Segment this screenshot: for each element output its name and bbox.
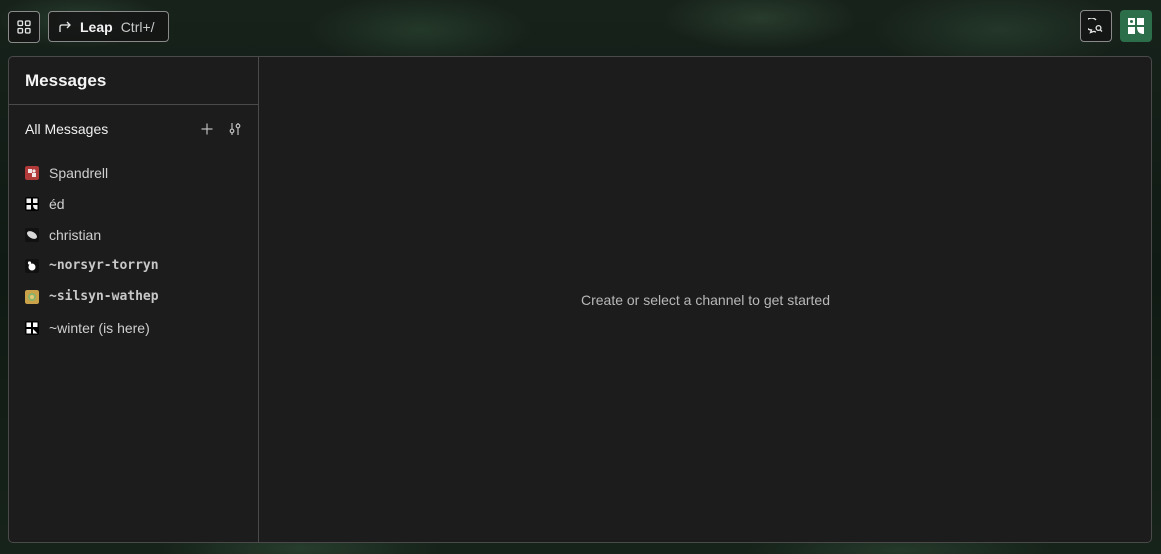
leap-label: Leap: [80, 18, 113, 35]
channel-item[interactable]: Spandrell: [25, 157, 245, 188]
channel-name: éd: [49, 195, 65, 212]
all-messages-section: All Messages: [9, 117, 259, 141]
channel-item[interactable]: ~norsyr-torryn: [25, 250, 245, 281]
grid-icon: [17, 20, 31, 34]
channel-item[interactable]: christian: [25, 219, 245, 250]
profile-avatar[interactable]: [1120, 10, 1152, 42]
ed-avatar-icon: [25, 196, 39, 211]
spandrell-avatar-icon: [25, 165, 39, 180]
channel-item[interactable]: ~winter (is here): [25, 312, 245, 343]
channel-name: ~winter (is here): [49, 319, 150, 336]
sliders-icon: [229, 123, 241, 135]
main-content: Create or select a channel to get starte…: [259, 57, 1151, 542]
redirect-arrow-icon: [59, 21, 71, 32]
plus-icon: [201, 123, 213, 135]
activity-button[interactable]: [1080, 10, 1112, 42]
top-bar: Leap Ctrl+/: [0, 0, 1161, 56]
messages-panel: Messages All Messages Spandrell éd chris…: [8, 56, 1152, 543]
channel-name: ~norsyr-torryn: [49, 258, 159, 273]
leap-button[interactable]: Leap Ctrl+/: [48, 11, 169, 42]
sidebar: Messages All Messages Spandrell éd chris…: [9, 57, 259, 542]
channel-name: ~silsyn-wathep: [49, 289, 159, 304]
sidebar-title: Messages: [9, 57, 258, 105]
search-chat-icon: [1088, 18, 1103, 34]
channel-name: christian: [49, 226, 102, 243]
norsyr-torryn-avatar-icon: [25, 258, 39, 273]
channel-name: Spandrell: [49, 164, 109, 181]
channel-item[interactable]: ~silsyn-wathep: [25, 281, 245, 312]
new-message-button[interactable]: [199, 120, 215, 138]
empty-state-text: Create or select a channel to get starte…: [580, 291, 831, 308]
leap-shortcut: Ctrl+/: [120, 18, 155, 35]
christian-avatar-icon: [25, 227, 39, 242]
channel-item[interactable]: éd: [25, 188, 245, 219]
channel-list: Spandrell éd christian ~norsyr-torryn ~s…: [25, 157, 245, 343]
winter-avatar-icon: [25, 320, 39, 335]
section-title: All Messages: [25, 121, 109, 137]
silsyn-wathep-avatar-icon: [25, 289, 39, 304]
sigil-icon: [1128, 18, 1144, 34]
apps-button[interactable]: [8, 11, 40, 43]
filter-button[interactable]: [227, 120, 243, 138]
